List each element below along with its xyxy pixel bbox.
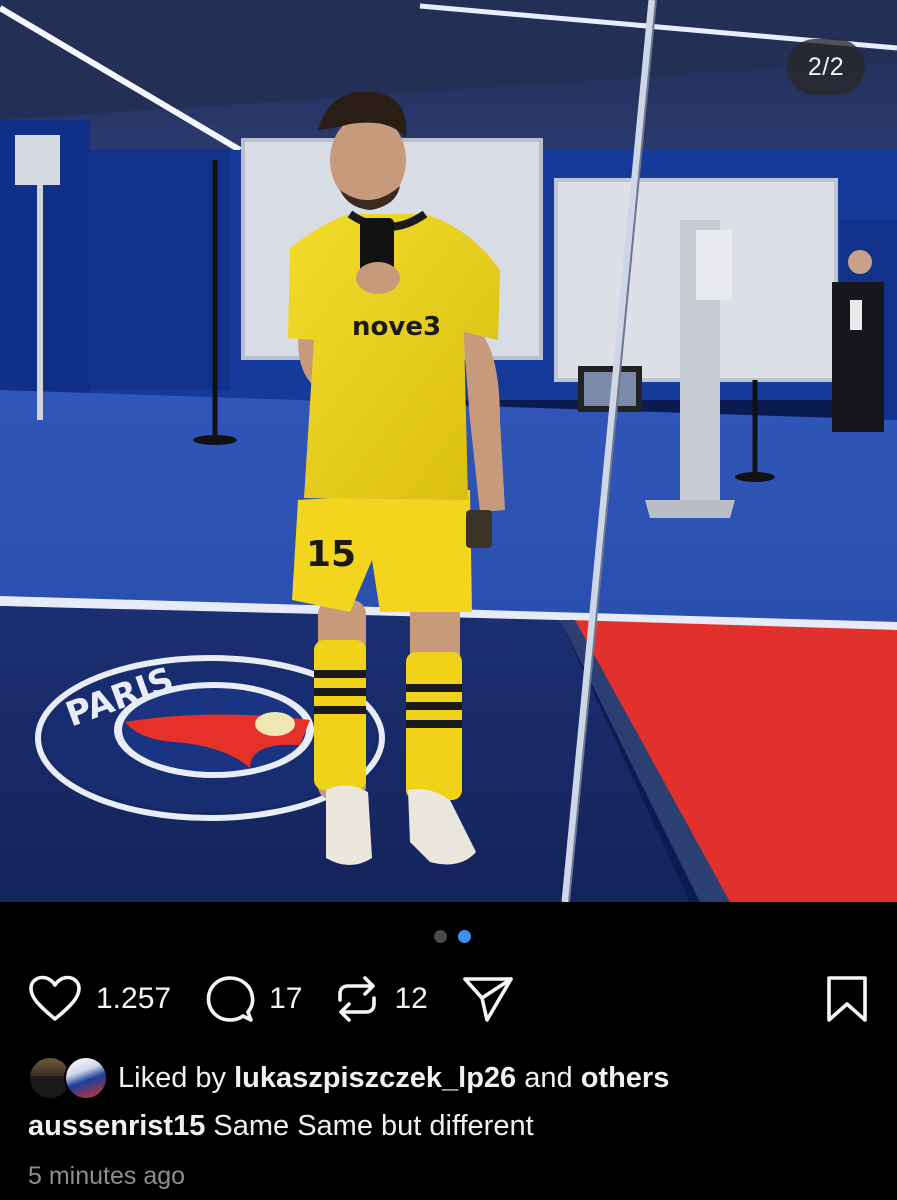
- photo-illustration: PARIS 15 nove3: [0, 0, 897, 902]
- save-button[interactable]: [825, 972, 869, 1026]
- liked-by-conjunction: and: [524, 1061, 573, 1094]
- bookmark-icon: [827, 976, 867, 1022]
- page-dot[interactable]: [434, 930, 447, 943]
- repost-icon: [338, 976, 377, 1022]
- post-photo[interactable]: PARIS 15 nove3 2/2: [0, 0, 897, 902]
- like-button[interactable]: 1.257: [28, 972, 171, 1026]
- comment-button[interactable]: 17: [205, 972, 302, 1026]
- comment-count: 17: [269, 982, 303, 1015]
- comment-icon: [206, 976, 255, 1022]
- caption-text: Same Same but different: [213, 1109, 534, 1142]
- post-caption: aussenrist15 Same Same but different: [28, 1104, 534, 1148]
- page-dot-active[interactable]: [458, 930, 471, 943]
- liked-by-line: Liked by lukaszpiszczek_lp26 and others: [28, 1056, 669, 1100]
- repost-button[interactable]: 12: [334, 972, 428, 1026]
- image-counter: 2/2: [787, 39, 865, 95]
- send-icon: [463, 977, 513, 1022]
- post-action-bar: 1.257 17 12: [28, 972, 869, 1026]
- svg-text:nove3: nove3: [352, 312, 441, 342]
- liked-by-username[interactable]: lukaszpiszczek_lp26: [234, 1062, 516, 1095]
- like-count: 1.257: [96, 982, 172, 1015]
- avatar[interactable]: [64, 1056, 108, 1100]
- repost-count: 12: [394, 982, 428, 1015]
- liker-avatars[interactable]: [28, 1056, 110, 1100]
- share-button[interactable]: [462, 972, 514, 1026]
- liked-by-prefix: Liked by: [118, 1061, 227, 1094]
- caption-username[interactable]: aussenrist15: [28, 1110, 205, 1143]
- carousel-pagination: [0, 930, 897, 944]
- liked-by-others-link[interactable]: others: [581, 1062, 670, 1095]
- heart-icon: [29, 975, 81, 1021]
- svg-text:15: 15: [306, 534, 356, 575]
- post-timestamp: 5 minutes ago: [28, 1161, 186, 1190]
